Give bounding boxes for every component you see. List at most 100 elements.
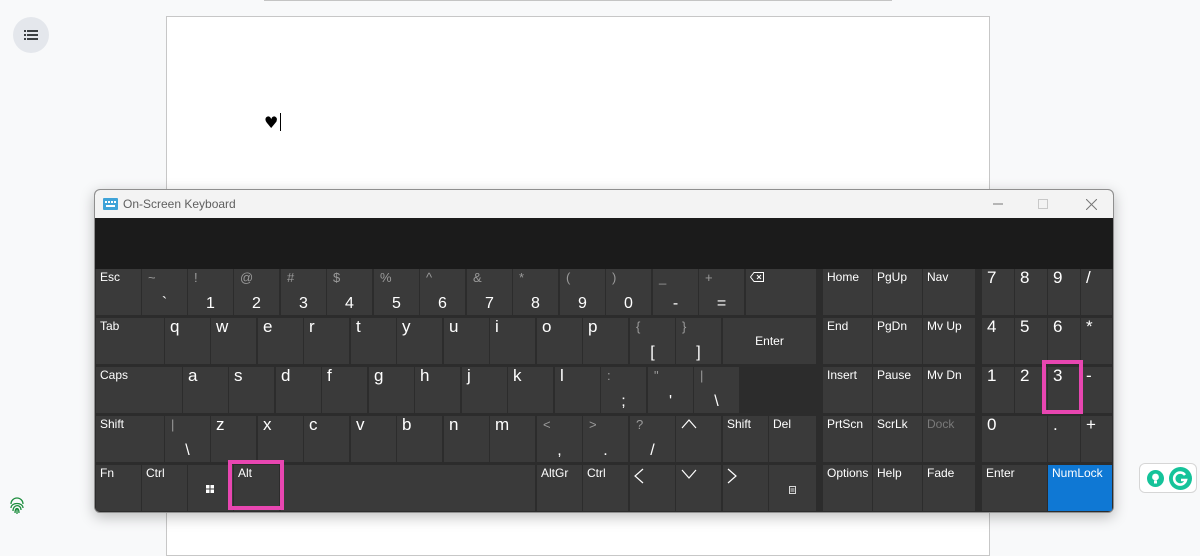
key-del[interactable]: Del — [769, 416, 816, 462]
key-u[interactable]: u — [444, 318, 489, 364]
key-3[interactable]: #3 — [281, 269, 326, 315]
grammarly-icon[interactable] — [1169, 467, 1192, 490]
key-shift-right[interactable]: Shift — [723, 416, 768, 462]
key-p[interactable]: p — [583, 318, 628, 364]
close-button[interactable] — [1084, 197, 1098, 211]
key-r[interactable]: r — [304, 318, 349, 364]
key-z[interactable]: z — [211, 416, 256, 462]
key-mvdn[interactable]: Mv Dn — [923, 367, 975, 413]
key-5[interactable]: % 5 — [374, 269, 419, 315]
key-esc[interactable]: Esc — [96, 269, 141, 315]
numpad-5[interactable]: 5 — [1015, 318, 1047, 364]
key-comma[interactable]: <, — [537, 416, 582, 462]
key-shift-left[interactable]: Shift — [96, 416, 164, 462]
numpad-8[interactable]: 8 — [1015, 269, 1047, 315]
key-m[interactable]: m — [490, 416, 535, 462]
key-semicolon[interactable]: :; — [601, 367, 646, 413]
key-minus[interactable]: _ - — [653, 269, 698, 315]
key-8[interactable]: * 8 — [513, 269, 558, 315]
key-arrow-down[interactable] — [676, 465, 721, 511]
key-n[interactable]: n — [444, 416, 489, 462]
key-x[interactable]: x — [258, 416, 303, 462]
lightbulb-icon[interactable] — [1147, 470, 1164, 487]
key-space[interactable] — [281, 465, 535, 511]
key-j[interactable]: j — [462, 367, 507, 413]
numpad-1[interactable]: 1 — [982, 367, 1014, 413]
numpad-decimal[interactable]: . — [1048, 416, 1080, 462]
numpad-4[interactable]: 4 — [982, 318, 1014, 364]
key-y[interactable]: y — [397, 318, 442, 364]
key-end[interactable]: End — [823, 318, 872, 364]
key-0[interactable]: ) 0 — [606, 269, 651, 315]
numpad-7[interactable]: 7 — [982, 269, 1014, 315]
numpad-9[interactable]: 9 — [1048, 269, 1080, 315]
key-arrow-right[interactable] — [723, 465, 768, 511]
key-options[interactable]: Options — [823, 465, 872, 511]
key-k[interactable]: k — [508, 367, 553, 413]
numpad-0[interactable]: 0 — [982, 416, 1047, 462]
key-help[interactable]: Help — [873, 465, 922, 511]
key-pgdn[interactable]: PgDn — [873, 318, 922, 364]
key-pgup[interactable]: PgUp — [873, 269, 922, 315]
osk-title-bar[interactable]: On-Screen Keyboard — [95, 190, 1113, 218]
key-backspace[interactable] — [746, 269, 816, 315]
key-c[interactable]: c — [304, 416, 349, 462]
key-insert[interactable]: Insert — [823, 367, 872, 413]
key-o[interactable]: o — [537, 318, 582, 364]
key-9[interactable]: (9 — [560, 269, 605, 315]
fingerprint-icon[interactable] — [8, 497, 26, 519]
grammarly-widget[interactable] — [1139, 463, 1197, 493]
numpad-subtract[interactable]: - — [1081, 367, 1112, 413]
key-backslash[interactable]: | \ — [694, 367, 739, 413]
key-pause[interactable]: Pause — [873, 367, 922, 413]
key-right-bracket[interactable]: }] — [676, 318, 721, 364]
numpad-divide[interactable]: / — [1081, 269, 1112, 315]
key-left-bracket[interactable]: {[ — [630, 318, 675, 364]
key-f[interactable]: f — [322, 367, 367, 413]
minimize-button[interactable] — [991, 197, 1005, 211]
on-screen-keyboard-window[interactable]: On-Screen Keyboard Esc ~ ` ! 1 @2 #3 $4 % 5… — [94, 189, 1114, 513]
key-i[interactable]: i — [490, 318, 535, 364]
key-d[interactable]: d — [276, 367, 321, 413]
key-equals[interactable]: + = — [699, 269, 744, 315]
key-period[interactable]: >. — [583, 416, 628, 462]
key-numlock[interactable]: NumLock — [1048, 465, 1112, 511]
key-mvup[interactable]: Mv Up — [923, 318, 975, 364]
key-q[interactable]: q — [165, 318, 210, 364]
key-a[interactable]: a — [183, 367, 228, 413]
key-4[interactable]: $4 — [327, 269, 372, 315]
key-prtscn[interactable]: PrtScn — [823, 416, 872, 462]
key-backslash-oem[interactable]: | \ — [165, 416, 210, 462]
key-scrlk[interactable]: ScrLk — [873, 416, 922, 462]
key-arrow-up[interactable] — [676, 416, 721, 462]
numpad-add[interactable]: + — [1081, 416, 1112, 462]
key-caps[interactable]: Caps — [96, 367, 182, 413]
key-h[interactable]: h — [415, 367, 460, 413]
key-7[interactable]: & 7 — [467, 269, 512, 315]
key-backtick[interactable]: ~ ` — [142, 269, 187, 315]
key-s[interactable]: s — [229, 367, 274, 413]
numpad-6[interactable]: 6 — [1048, 318, 1080, 364]
key-tab[interactable]: Tab — [96, 318, 164, 364]
key-fade[interactable]: Fade — [923, 465, 975, 511]
key-slash[interactable]: ? / — [630, 416, 675, 462]
key-home[interactable]: Home — [823, 269, 872, 315]
key-arrow-left[interactable] — [630, 465, 675, 511]
key-altgr[interactable]: AltGr — [537, 465, 582, 511]
key-enter[interactable]: Enter — [723, 318, 816, 364]
key-2[interactable]: @2 — [234, 269, 279, 315]
key-g[interactable]: g — [369, 367, 414, 413]
numpad-multiply[interactable]: * — [1081, 318, 1112, 364]
numpad-enter[interactable]: Enter — [982, 465, 1047, 511]
key-1[interactable]: ! 1 — [188, 269, 233, 315]
key-v[interactable]: v — [351, 416, 396, 462]
key-ctrl-left[interactable]: Ctrl — [142, 465, 187, 511]
key-w[interactable]: w — [211, 318, 256, 364]
key-b[interactable]: b — [397, 416, 442, 462]
key-fn[interactable]: Fn — [96, 465, 141, 511]
document-body-text[interactable]: ♥ — [264, 113, 282, 132]
key-ctrl-right[interactable]: Ctrl — [583, 465, 628, 511]
key-6[interactable]: ^ 6 — [420, 269, 465, 315]
key-quote[interactable]: " ' — [648, 367, 693, 413]
document-outline-button[interactable] — [13, 17, 49, 53]
